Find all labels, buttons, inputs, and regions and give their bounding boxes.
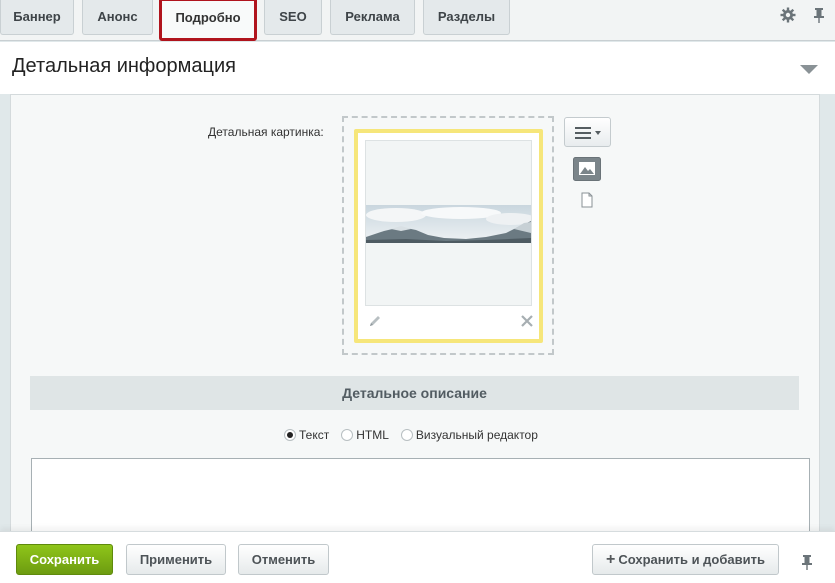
plus-icon: + xyxy=(606,551,616,568)
pin-icon[interactable] xyxy=(810,6,828,24)
tab-seo[interactable]: SEO xyxy=(264,0,322,35)
save-and-add-button[interactable]: + Сохранить и добавить xyxy=(592,544,779,575)
tab-banner[interactable]: Баннер xyxy=(0,0,74,35)
detail-description-textarea[interactable] xyxy=(31,458,810,540)
mode-visual-editor-label: Визуальный редактор xyxy=(415,428,538,442)
radio-html[interactable] xyxy=(341,429,354,441)
action-footer: Сохранить Применить Отменить + Сохранить … xyxy=(0,531,835,583)
tab-advertising[interactable]: Реклама xyxy=(330,0,415,35)
tab-details[interactable]: Подробно xyxy=(159,0,257,41)
close-icon[interactable] xyxy=(519,313,535,329)
detail-description-header: Детальное описание xyxy=(30,376,799,410)
cancel-button[interactable]: Отменить xyxy=(238,544,329,575)
mode-html-label: HTML xyxy=(356,428,389,442)
file-icon[interactable] xyxy=(580,192,594,208)
pencil-icon[interactable] xyxy=(367,313,383,329)
section-header: Детальная информация xyxy=(0,42,835,94)
description-mode-group: Текст HTML Визуальный редактор xyxy=(284,428,550,442)
detail-picture-label: Детальная картинка: xyxy=(208,125,324,139)
mountain-photo xyxy=(366,205,531,243)
apply-button[interactable]: Применить xyxy=(126,544,226,575)
chevron-down-icon[interactable] xyxy=(799,62,819,74)
save-button[interactable]: Сохранить xyxy=(16,544,113,575)
detail-content-panel: Детальная картинка: Детальное описание Т… xyxy=(10,94,820,540)
mode-visual-editor-option[interactable]: Визуальный редактор xyxy=(400,428,538,442)
image-icon[interactable] xyxy=(573,157,601,181)
save-and-add-label: Сохранить и добавить xyxy=(618,552,765,567)
mode-text-label: Текст xyxy=(299,428,330,442)
gear-icon[interactable] xyxy=(779,6,797,24)
radio-visual-editor[interactable] xyxy=(400,429,413,441)
radio-text[interactable] xyxy=(284,429,296,441)
tab-announce[interactable]: Анонс xyxy=(82,0,153,35)
image-preview xyxy=(365,140,532,306)
mode-html-option[interactable]: HTML xyxy=(341,428,389,442)
mode-text-option[interactable]: Текст xyxy=(284,428,329,442)
tab-sections[interactable]: Разделы xyxy=(423,0,510,35)
tab-bar: Баннер Анонс Подробно SEO Реклама Раздел… xyxy=(0,0,835,41)
section-title: Детальная информация xyxy=(12,55,236,77)
pin-icon[interactable] xyxy=(800,553,814,571)
image-menu-button[interactable] xyxy=(564,117,611,147)
image-preview-frame xyxy=(354,129,543,343)
